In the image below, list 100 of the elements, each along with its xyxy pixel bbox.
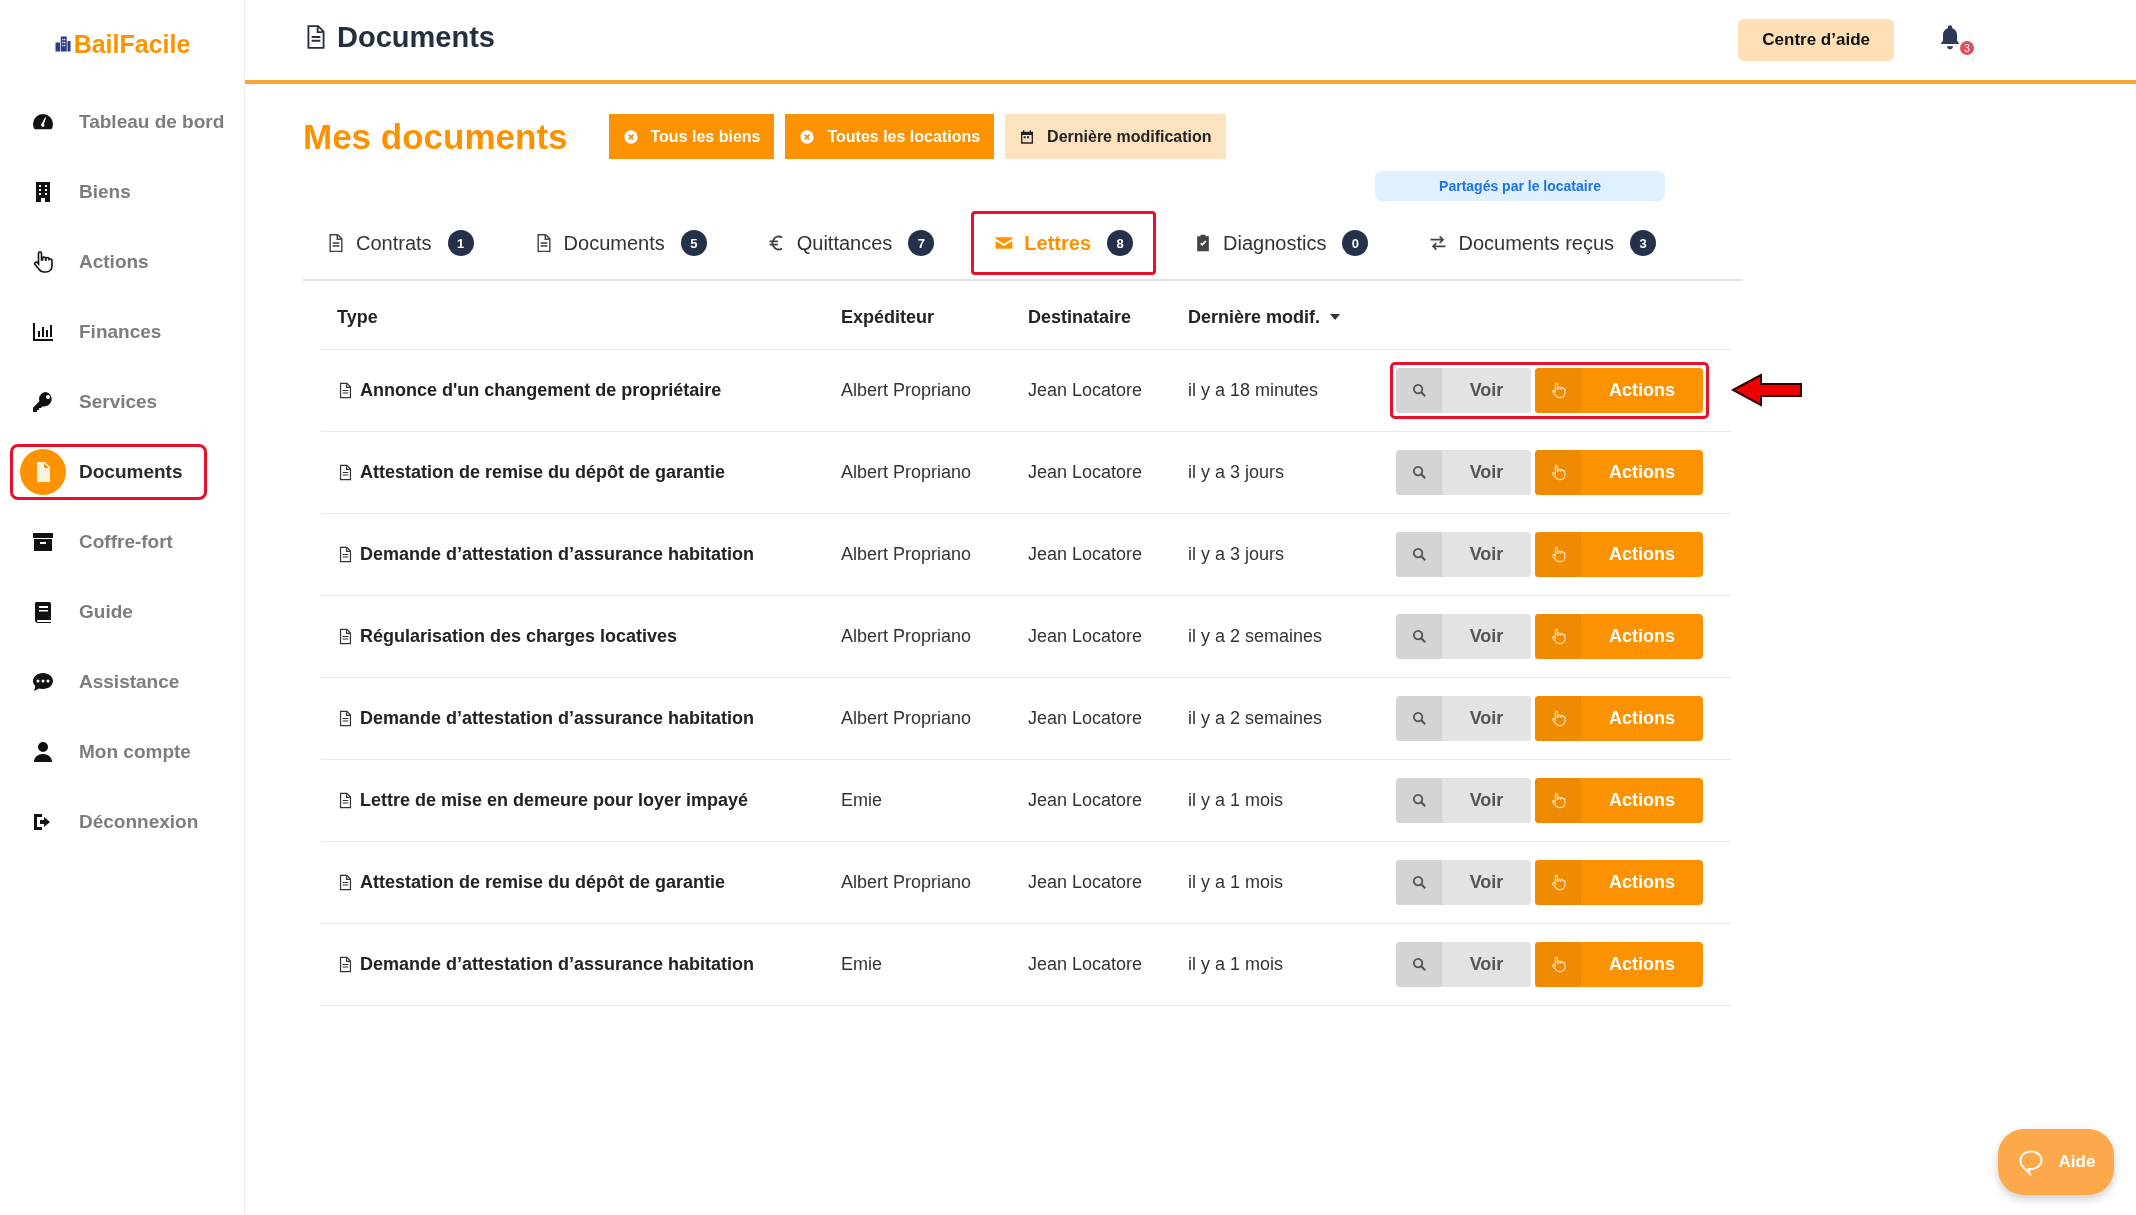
pointing-hand-icon bbox=[1549, 382, 1567, 399]
pointing-hand-icon bbox=[1549, 956, 1567, 973]
sidebar-item[interactable]: Assistance bbox=[10, 654, 207, 710]
table-cell-text: Albert Propriano bbox=[841, 544, 973, 565]
column-header: Type bbox=[337, 306, 379, 328]
actions-button[interactable]: Actions bbox=[1535, 614, 1703, 659]
view-button[interactable]: Voir bbox=[1396, 942, 1531, 987]
page-header-title: Documents bbox=[337, 20, 495, 54]
tab[interactable]: Documents reçus 3 bbox=[1405, 211, 1680, 275]
table-cell-text: Jean Locatore bbox=[1028, 544, 1144, 565]
tab-count: 5 bbox=[680, 230, 707, 256]
sidebar-item[interactable]: Actions bbox=[10, 234, 207, 290]
document-type: Annonce d'un changement de propriétaire bbox=[360, 380, 722, 401]
actions-button[interactable]: Actions bbox=[1535, 778, 1703, 823]
archive-box-icon bbox=[31, 530, 55, 554]
table-cell-text: Jean Locatore bbox=[1028, 872, 1144, 893]
table-cell-text: Albert Propriano bbox=[841, 462, 973, 483]
file-icon bbox=[337, 710, 354, 727]
sidebar-item[interactable]: Mon compte bbox=[10, 724, 207, 780]
filter-button[interactable]: Tous les biens bbox=[608, 114, 775, 159]
view-button[interactable]: Voir bbox=[1396, 860, 1531, 905]
actions-button[interactable]: Actions bbox=[1535, 450, 1703, 495]
pointing-hand-icon bbox=[1549, 546, 1567, 563]
pointing-hand-icon bbox=[1549, 464, 1567, 481]
table-cell-text: Jean Locatore bbox=[1028, 462, 1144, 483]
tab[interactable]: Documents 5 bbox=[510, 211, 730, 275]
pointing-hand-icon bbox=[1549, 792, 1567, 809]
table-cell-text: Jean Locatore bbox=[1028, 954, 1144, 975]
table-cell-text: Jean Locatore bbox=[1028, 626, 1144, 647]
tab[interactable]: Diagnostics 0 bbox=[1170, 211, 1392, 275]
table-cell-text: Jean Locatore bbox=[1028, 380, 1144, 401]
tab-count: 8 bbox=[1107, 230, 1134, 256]
sidebar-item[interactable]: Tableau de bord bbox=[10, 94, 236, 150]
tab[interactable]: Quittances 7 bbox=[743, 211, 958, 275]
table-cell-text: il y a 1 mois bbox=[1188, 790, 1285, 811]
table-cell-text: il y a 2 semaines bbox=[1188, 626, 1324, 647]
file-icon bbox=[337, 874, 354, 891]
pointing-hand-icon bbox=[1549, 710, 1567, 727]
sidebar-item[interactable]: Services bbox=[10, 374, 207, 430]
notification-count: 3 bbox=[1960, 41, 1974, 55]
view-button[interactable]: Voir bbox=[1396, 532, 1531, 577]
table-cell-text: Jean Locatore bbox=[1028, 790, 1144, 811]
file-icon bbox=[337, 956, 354, 973]
actions-button[interactable]: Actions bbox=[1535, 860, 1703, 905]
chat-bubble-icon bbox=[31, 670, 55, 694]
actions-button[interactable]: Actions bbox=[1535, 942, 1703, 987]
actions-button[interactable]: Actions bbox=[1535, 532, 1703, 577]
notification-bell-button[interactable]: 3 bbox=[1934, 21, 1976, 59]
document-type: Demande d’attestation d’assurance habitation bbox=[360, 544, 755, 565]
sidebar-item[interactable]: Biens bbox=[10, 164, 207, 220]
search-icon bbox=[1410, 382, 1428, 399]
table-cell-text: Albert Propriano bbox=[841, 872, 973, 893]
filter-button[interactable]: Dernière modification bbox=[1005, 114, 1226, 159]
document-type: Attestation de remise du dépôt de garantie bbox=[360, 462, 726, 483]
table-cell-text: il y a 1 mois bbox=[1188, 954, 1285, 975]
pointing-hand-icon bbox=[1549, 874, 1567, 891]
view-button[interactable]: Voir bbox=[1396, 450, 1531, 495]
actions-button[interactable]: Actions bbox=[1535, 368, 1703, 413]
tab[interactable]: Contrats 1 bbox=[303, 211, 497, 275]
tab-count: 3 bbox=[1630, 230, 1657, 256]
search-icon bbox=[1410, 792, 1428, 809]
actions-button[interactable]: Actions bbox=[1535, 696, 1703, 741]
sidebar-item[interactable]: Guide bbox=[10, 584, 207, 640]
search-icon bbox=[1410, 710, 1428, 727]
table-cell-text: Albert Propriano bbox=[841, 708, 973, 729]
table-cell-text: Albert Propriano bbox=[841, 626, 973, 647]
column-header[interactable]: Dernière modif. bbox=[1188, 306, 1396, 328]
brand-name: BailFacile bbox=[73, 29, 191, 59]
help-center-button[interactable]: Centre d’aide bbox=[1738, 19, 1894, 61]
search-icon bbox=[1410, 628, 1428, 645]
document-type: Régularisation des charges locatives bbox=[360, 626, 678, 647]
tab[interactable]: Lettres 8 bbox=[971, 211, 1157, 275]
key-icon bbox=[31, 390, 55, 414]
table-cell-text: il y a 18 minutes bbox=[1188, 380, 1320, 401]
sidebar-item[interactable]: Coffre-fort bbox=[10, 514, 207, 570]
tab-count: 7 bbox=[908, 230, 935, 256]
buildings-logo-icon bbox=[53, 35, 72, 53]
table-cell-text: Emie bbox=[841, 790, 883, 811]
sidebar-item[interactable]: Documents bbox=[10, 444, 207, 500]
shared-by-tenant-label: Partagés par le locataire bbox=[1375, 171, 1665, 201]
bar-chart-icon bbox=[31, 320, 55, 344]
sidebar-item[interactable]: Déconnexion bbox=[10, 794, 210, 850]
sidebar-item[interactable]: Finances bbox=[10, 304, 207, 360]
table-cell-text: il y a 3 jours bbox=[1188, 544, 1286, 565]
table-cell-text: il y a 3 jours bbox=[1188, 462, 1286, 483]
view-button[interactable]: Voir bbox=[1396, 614, 1531, 659]
calendar-icon bbox=[1019, 128, 1036, 145]
filter-button[interactable]: Toutes les locations bbox=[785, 114, 995, 159]
view-button[interactable]: Voir bbox=[1396, 778, 1531, 823]
document-type: Demande d’attestation d’assurance habitation bbox=[360, 708, 755, 729]
view-button[interactable]: Voir bbox=[1396, 696, 1531, 741]
file-icon bbox=[337, 546, 354, 563]
tab-count: 1 bbox=[447, 230, 474, 256]
view-button[interactable]: Voir bbox=[1396, 368, 1531, 413]
table-cell-text: il y a 2 semaines bbox=[1188, 708, 1324, 729]
pointing-hand-icon bbox=[31, 250, 55, 274]
file-icon bbox=[326, 233, 346, 253]
table-cell-text: il y a 1 mois bbox=[1188, 872, 1285, 893]
document-type: Attestation de remise du dépôt de garantie bbox=[360, 872, 726, 893]
search-icon bbox=[1410, 546, 1428, 563]
